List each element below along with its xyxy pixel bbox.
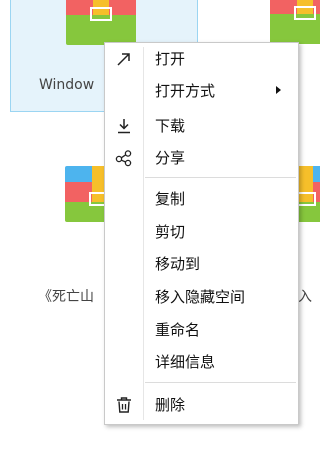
menu-item-open-with[interactable]: 打开方式 [105,75,298,107]
menu-item-label: 打开方式 [155,82,216,100]
file-name: Window [39,77,95,93]
file-name: 入 [298,289,312,305]
menu-item-label: 详细信息 [155,353,216,371]
menu-item-label: 下载 [155,117,186,135]
menu-item-move-to[interactable]: 移动到 [105,248,298,280]
menu-separator [145,177,296,178]
menu-separator [145,382,296,383]
archive-file-icon [66,0,136,45]
menu-item-delete[interactable]: 删除 [105,389,298,421]
menu-item-share[interactable]: 分享 [105,142,298,174]
submenu-arrow-icon [276,86,281,94]
menu-item-move-to-hidden[interactable]: 移入隐藏空间 [105,281,298,313]
menu-item-label: 移入隐藏空间 [155,288,246,306]
menu-item-open[interactable]: 打开 [105,43,298,75]
arrow-up-right-icon [117,53,130,66]
menu-item-rename[interactable]: 重命名 [105,314,298,346]
file-name: 《死亡山 [38,289,94,305]
context-menu: 打开 打开方式 下载 分享 复制 剪切 移动到 移入隐藏空间 重命名 详细信息 … [104,42,299,425]
menu-item-copy[interactable]: 复制 [105,183,298,215]
download-icon [118,119,130,134]
trash-icon [117,397,131,413]
menu-item-label: 重命名 [155,321,201,339]
menu-item-download[interactable]: 下载 [105,110,298,142]
menu-item-details[interactable]: 详细信息 [105,346,298,378]
menu-item-label: 移动到 [155,255,201,273]
menu-item-cut[interactable]: 剪切 [105,216,298,248]
menu-item-label: 删除 [155,396,186,414]
share-icon [115,150,132,167]
archive-file-icon [270,0,320,44]
menu-item-label: 剪切 [155,223,186,241]
menu-item-label: 分享 [155,149,186,167]
menu-item-label: 复制 [155,190,186,208]
menu-item-label: 打开 [155,50,186,68]
